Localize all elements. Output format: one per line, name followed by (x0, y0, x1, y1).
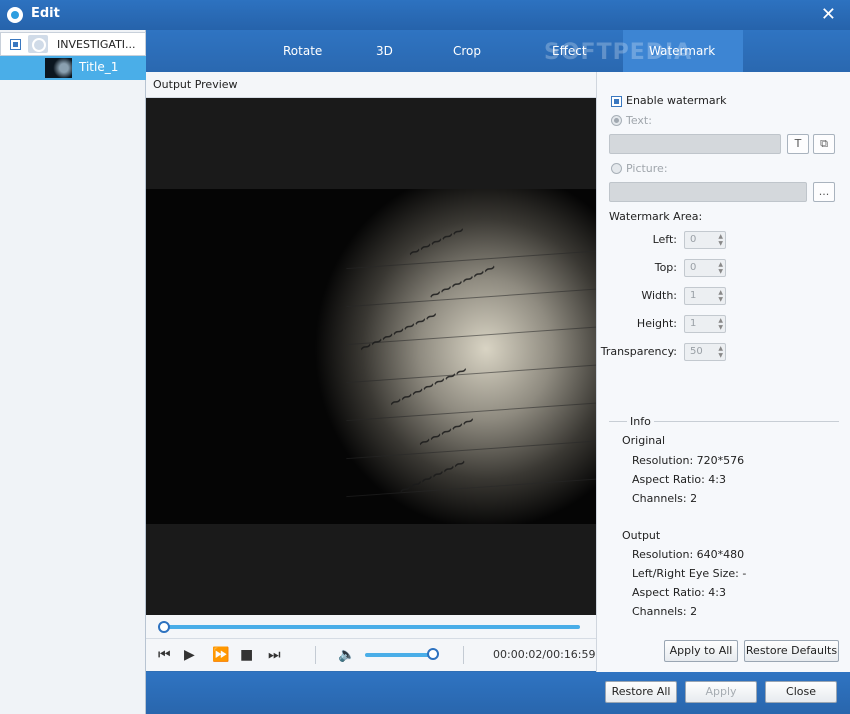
bottom-bar: Restore All Apply Close (146, 672, 850, 714)
seek-handle[interactable] (158, 621, 170, 633)
transparency-label: Transparency: (600, 345, 677, 358)
spinner-value: 1 (690, 290, 697, 301)
disc-icon (28, 35, 48, 53)
checkbox-icon[interactable] (10, 39, 21, 50)
paper-line (346, 287, 596, 308)
restore-defaults-button[interactable]: Restore Defaults (744, 640, 839, 662)
copy-icon[interactable]: ⧉ (813, 134, 835, 154)
output-eye-size: Left/Right Eye Size: - (632, 567, 747, 580)
stop-icon[interactable]: ■ (240, 647, 253, 663)
spin-up-icon[interactable]: ▲ (718, 317, 723, 324)
output-heading: Output (622, 529, 661, 542)
original-resolution: Resolution: 720*576 (632, 454, 745, 467)
preview-title: Output Preview (153, 78, 238, 91)
spin-down-icon[interactable]: ▼ (718, 268, 723, 275)
tree-item-label: Title_1 (79, 60, 119, 74)
watermark-area-label: Watermark Area: (609, 210, 703, 223)
enable-watermark-checkbox[interactable] (611, 96, 622, 107)
tab-crop[interactable]: Crop (453, 44, 481, 58)
spinner-value: 50 (690, 346, 703, 357)
paper-line (346, 363, 596, 384)
watermark-text-input[interactable] (609, 134, 781, 154)
spin-down-icon[interactable]: ▼ (718, 324, 723, 331)
spin-up-icon[interactable]: ▲ (718, 261, 723, 268)
apply-to-all-button[interactable]: Apply to All (664, 640, 738, 662)
app-icon (7, 7, 23, 23)
spinner-value: 0 (690, 262, 697, 273)
timecode: 00:00:02/00:16:59 (493, 648, 596, 661)
left-spinner[interactable]: 0 ▲ ▼ (684, 231, 726, 249)
handwriting-mark: ~~~~~~~ (354, 302, 442, 360)
enable-watermark-label: Enable watermark (626, 94, 727, 107)
browse-picture-button[interactable]: ... (813, 182, 835, 202)
close-icon[interactable]: ✕ (821, 4, 836, 25)
original-heading: Original (622, 434, 666, 447)
width-label: Width: (641, 289, 677, 302)
text-font-button[interactable]: T (787, 134, 809, 154)
window-title: Edit (31, 6, 60, 21)
seek-bar[interactable] (146, 615, 596, 639)
volume-icon[interactable]: 🔈 (338, 647, 355, 663)
divider (463, 646, 464, 664)
edit-tabs: Rotate 3D Crop Effect SOFTPEDIA Watermar… (146, 30, 850, 72)
tree-item-disc[interactable]: INVESTIGATI... (0, 32, 146, 56)
close-button[interactable]: Close (765, 681, 837, 703)
apply-button[interactable]: Apply (685, 681, 757, 703)
play-icon[interactable]: ▶ (184, 647, 195, 663)
spin-down-icon[interactable]: ▼ (718, 352, 723, 359)
title-tree: INVESTIGATI... Title_1 (0, 30, 146, 714)
tab-3d[interactable]: 3D (376, 44, 393, 58)
info-title: Info (627, 415, 654, 428)
handwriting-mark: ~~~~~~ (394, 449, 470, 503)
tab-rotate[interactable]: Rotate (283, 44, 322, 58)
volume-handle[interactable] (427, 648, 439, 660)
left-label: Left: (652, 233, 677, 246)
width-spinner[interactable]: 1 ▲ ▼ (684, 287, 726, 305)
top-spinner[interactable]: 0 ▲ ▼ (684, 259, 726, 277)
output-channels: Channels: 2 (632, 605, 698, 618)
output-resolution: Resolution: 640*480 (632, 548, 745, 561)
height-spinner[interactable]: 1 ▲ ▼ (684, 315, 726, 333)
title-bar: Edit ✕ (0, 0, 850, 30)
watermark-settings: Enable watermark Text: T ⧉ Picture: ... … (596, 72, 850, 672)
video-frame: ~~~~~ ~~~~~~ ~~~~~~~ ~~~~~~~ ~~~~~ ~~~~~… (146, 189, 596, 524)
picture-radio[interactable] (611, 163, 622, 174)
transparency-spinner[interactable]: 50 ▲ ▼ (684, 343, 726, 361)
spinner-value: 0 (690, 234, 697, 245)
tree-item-title[interactable]: Title_1 (0, 56, 146, 80)
fast-forward-icon[interactable]: ⏩ (212, 647, 229, 663)
picture-path-input[interactable] (609, 182, 807, 202)
spin-down-icon[interactable]: ▼ (718, 296, 723, 303)
divider (315, 646, 316, 664)
text-option-label: Text: (626, 114, 652, 127)
original-aspect-ratio: Aspect Ratio: 4:3 (632, 473, 727, 486)
text-radio[interactable] (611, 115, 622, 126)
preview-header: Output Preview (146, 72, 596, 98)
handwriting-mark: ~~~~~~~ (384, 357, 472, 415)
paper-line (346, 477, 596, 498)
restore-all-button[interactable]: Restore All (605, 681, 677, 703)
tree-item-label: INVESTIGATI... (57, 38, 136, 51)
spin-up-icon[interactable]: ▲ (718, 233, 723, 240)
spin-down-icon[interactable]: ▼ (718, 240, 723, 247)
playback-controls: ⏮ ▶ ⏩ ■ ⏭ 🔈 00:00:02/00:16:59 (146, 639, 596, 671)
video-thumbnail (45, 58, 72, 78)
volume-track[interactable] (365, 653, 435, 657)
handwriting-mark: ~~~~~ (403, 217, 469, 265)
skip-back-icon[interactable]: ⏮ (158, 647, 171, 663)
output-aspect-ratio: Aspect Ratio: 4:3 (632, 586, 727, 599)
paper-line (346, 439, 596, 460)
top-label: Top: (654, 261, 677, 274)
height-label: Height: (636, 317, 677, 330)
skip-forward-icon[interactable]: ⏭ (268, 647, 281, 663)
tab-watermark[interactable]: Watermark (649, 44, 715, 58)
seek-track[interactable] (162, 625, 580, 629)
spinner-value: 1 (690, 318, 697, 329)
picture-option-label: Picture: (626, 162, 668, 175)
spin-up-icon[interactable]: ▲ (718, 345, 723, 352)
spin-up-icon[interactable]: ▲ (718, 289, 723, 296)
video-preview: ~~~~~ ~~~~~~ ~~~~~~~ ~~~~~~~ ~~~~~ ~~~~~… (146, 98, 596, 615)
original-channels: Channels: 2 (632, 492, 698, 505)
